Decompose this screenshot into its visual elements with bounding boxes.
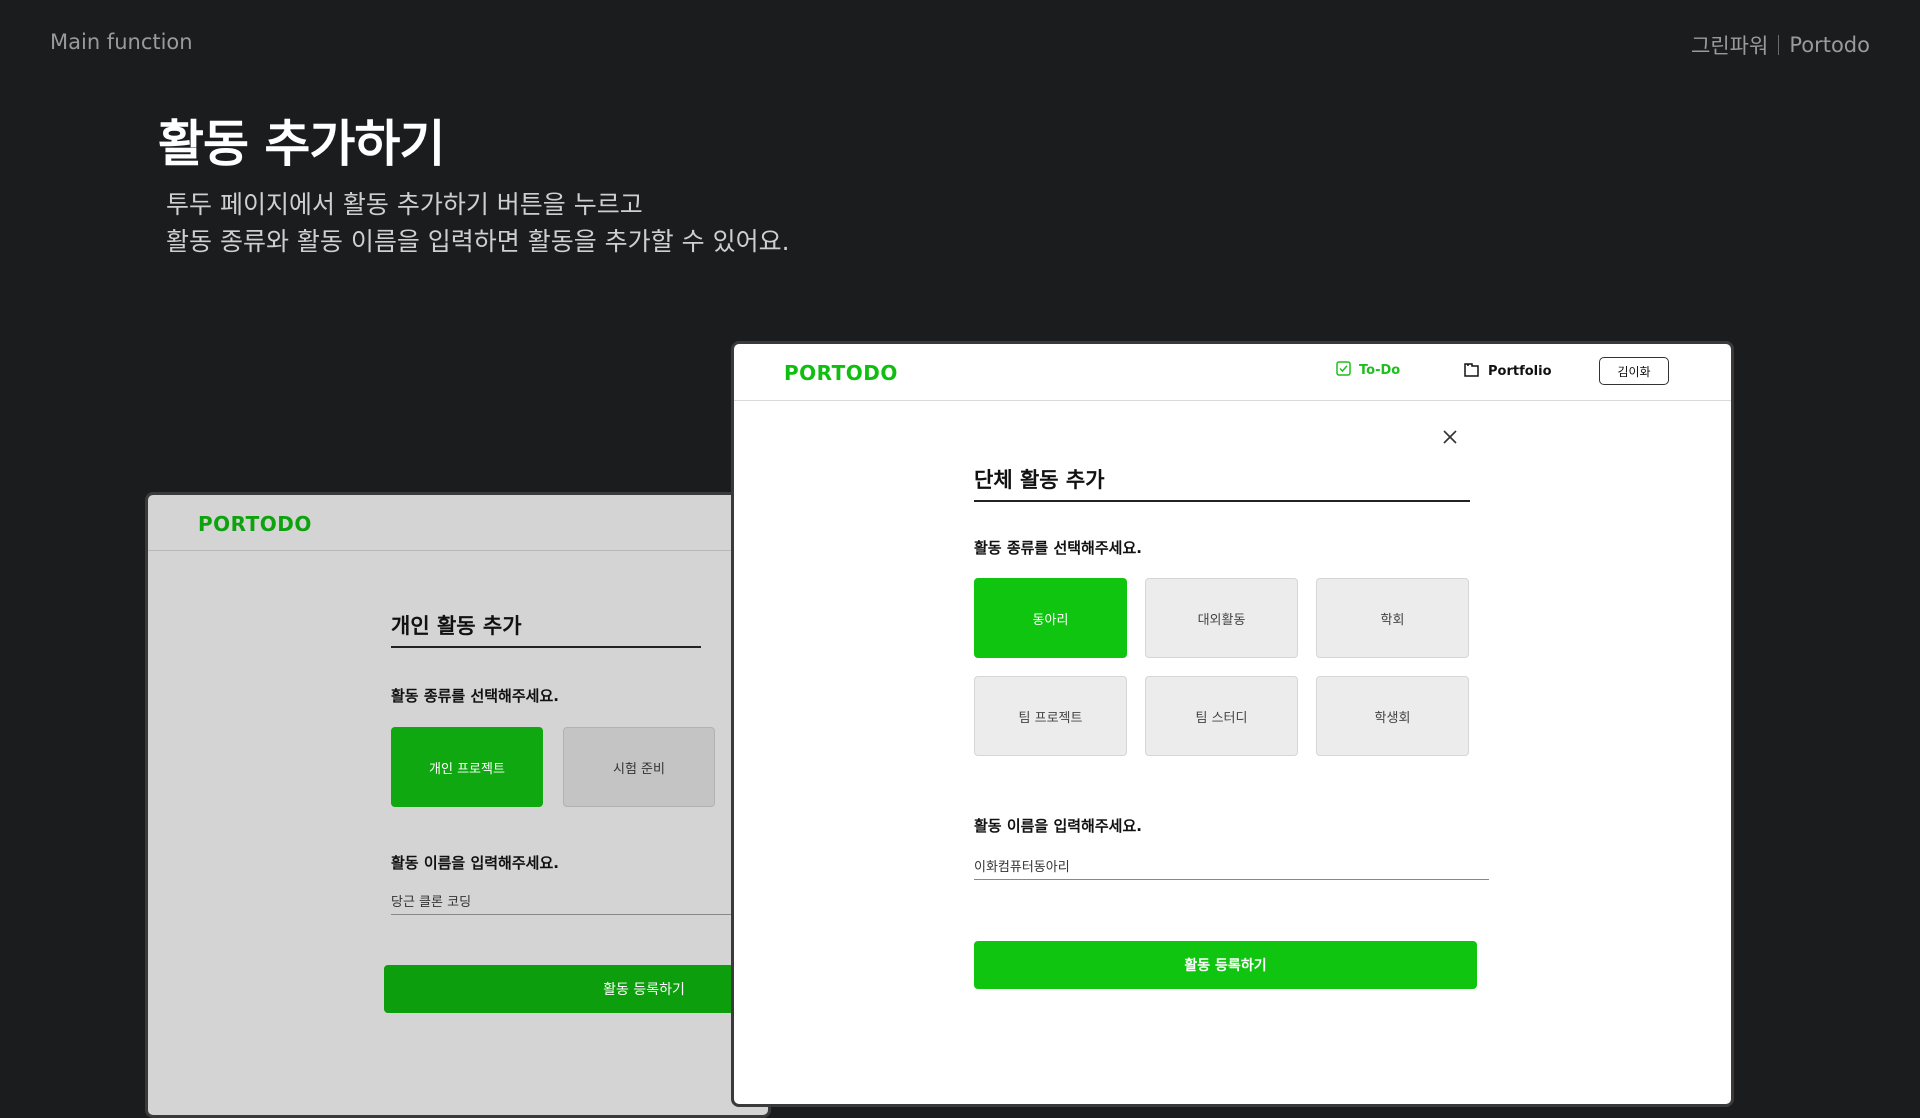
hero-description-line-1: 투두 페이지에서 활동 추가하기 버튼을 누르고 — [166, 190, 643, 219]
section-label: Main function — [50, 30, 193, 54]
navbar: PORTODO — [148, 495, 768, 551]
name-prompt: 활동 이름을 입력해주세요. — [391, 854, 559, 872]
option-team-project[interactable]: 팀 프로젝트 — [974, 676, 1127, 756]
nav-portfolio[interactable]: Portfolio — [1463, 361, 1552, 382]
option-exam-prep[interactable]: 시험 준비 — [563, 727, 715, 807]
group-activity-window: PORTODO To-Do Portfolio 김이화 단체 활동 추가 활동 … — [731, 341, 1734, 1107]
brand-credit: 그린파워 Portodo — [1691, 30, 1870, 60]
navbar: PORTODO To-Do Portfolio 김이화 — [734, 344, 1731, 401]
option-team-study[interactable]: 팀 스터디 — [1145, 676, 1298, 756]
activity-name-input[interactable]: 당근 클론 코딩 — [391, 891, 768, 915]
user-menu-button[interactable]: 김이화 — [1599, 357, 1669, 385]
checkbox-icon — [1336, 361, 1351, 380]
hero-title: 활동 추가하기 — [158, 115, 445, 173]
logo[interactable]: PORTODO — [198, 512, 312, 536]
team-name: 그린파워 — [1691, 34, 1769, 58]
logo[interactable]: PORTODO — [784, 361, 898, 385]
activity-name-input[interactable]: 이화컴퓨터동아리 — [974, 856, 1489, 880]
close-icon[interactable] — [1440, 427, 1460, 447]
option-club[interactable]: 동아리 — [974, 578, 1127, 658]
option-external-activity[interactable]: 대외활동 — [1145, 578, 1298, 658]
register-activity-button[interactable]: 활동 등록하기 — [974, 941, 1477, 989]
hero-description-line-2: 활동 종류와 활동 이름을 입력하면 활동을 추가할 수 있어요. — [166, 227, 790, 256]
modal-title: 개인 활동 추가 — [391, 610, 701, 648]
nav-todo[interactable]: To-Do — [1336, 361, 1400, 380]
hero-description: 투두 페이지에서 활동 추가하기 버튼을 누르고 활동 종류와 활동 이름을 입… — [166, 186, 790, 260]
name-prompt: 활동 이름을 입력해주세요. — [974, 817, 1142, 835]
nav-todo-label: To-Do — [1359, 363, 1401, 378]
product-name: Portodo — [1789, 33, 1870, 57]
personal-activity-window: PORTODO 개인 활동 추가 활동 종류를 선택해주세요. 개인 프로젝트 … — [145, 492, 771, 1118]
nav-portfolio-label: Portfolio — [1488, 364, 1552, 379]
activity-type-options: 동아리 대외활동 학회 팀 프로젝트 팀 스터디 학생회 — [974, 578, 1474, 756]
modal-title: 단체 활동 추가 — [974, 464, 1470, 502]
option-student-council[interactable]: 학생회 — [1316, 676, 1469, 756]
type-prompt: 활동 종류를 선택해주세요. — [391, 687, 559, 705]
register-activity-button[interactable]: 활동 등록하기 — [384, 965, 768, 1013]
folder-icon — [1463, 361, 1480, 382]
type-prompt: 활동 종류를 선택해주세요. — [974, 539, 1142, 557]
option-academic-society[interactable]: 학회 — [1316, 578, 1469, 658]
divider — [1778, 35, 1780, 55]
option-personal-project[interactable]: 개인 프로젝트 — [391, 727, 543, 807]
